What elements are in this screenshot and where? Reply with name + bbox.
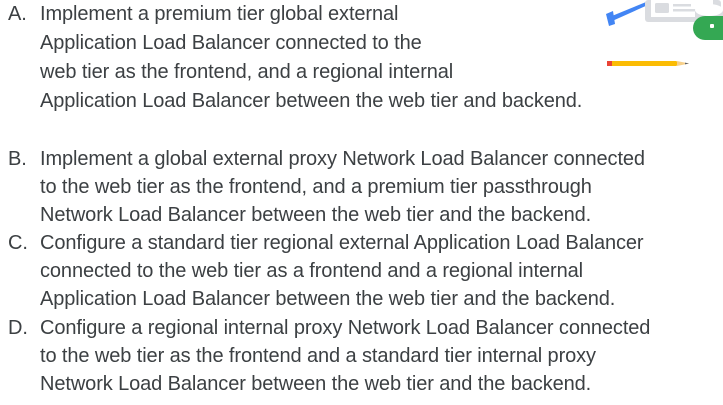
answer-options: A. Implement a premium tier global exter…: [0, 0, 723, 405]
option-text-line: to the web tier as the frontend, and a p…: [40, 176, 592, 198]
option-text-line: web tier as the frontend, and a regional…: [40, 61, 454, 83]
option-letter: C.: [8, 232, 28, 254]
option-text-line: Configure a regional internal proxy Netw…: [40, 317, 651, 339]
option-text-line: Network Load Balancer between the web ti…: [40, 373, 592, 395]
option-text-line: connected to the web tier as a frontend …: [40, 260, 583, 282]
option-letter: D.: [8, 317, 28, 339]
option-text-line: Application Load Balancer between the we…: [40, 288, 616, 310]
option-text-line: Application Load Balancer between the we…: [40, 90, 583, 112]
option-letter: A.: [8, 3, 27, 25]
option-text-line: Configure a standard tier regional exter…: [40, 232, 644, 254]
option-text-line: Implement a global external proxy Networ…: [40, 148, 645, 170]
option-text-line: Network Load Balancer between the web ti…: [40, 204, 592, 226]
option-text-line: Application Load Balancer connected to t…: [40, 32, 422, 54]
option-text-line: Implement a premium tier global external: [40, 3, 399, 25]
option-text-line: to the web tier as the frontend and a st…: [40, 345, 596, 367]
option-letter: B.: [8, 148, 27, 170]
